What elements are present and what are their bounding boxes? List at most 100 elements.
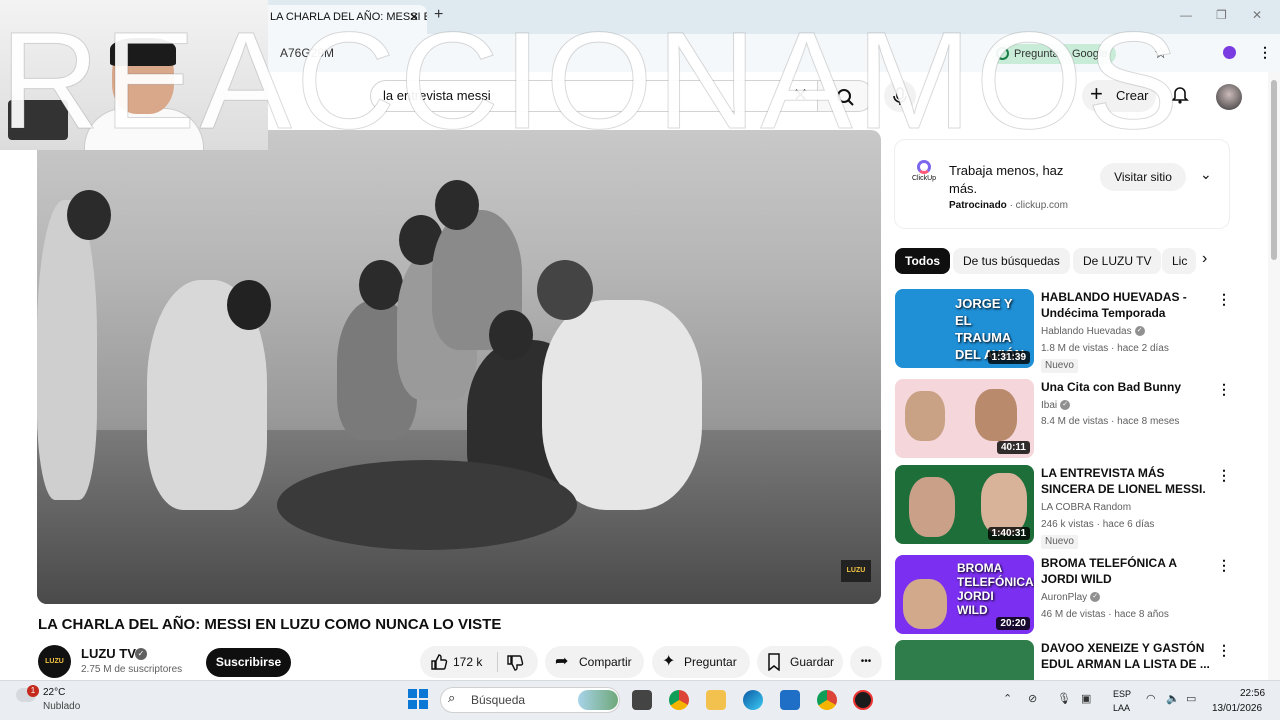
recommended-video[interactable]: DAVOO XENEIZE Y GASTÓN EDUL ARMAN LA LIS… [895,640,1235,680]
notification-badge: 1 [27,685,39,697]
like-count[interactable]: 172 k [453,646,482,678]
channel-avatar[interactable]: LUZU [38,645,71,678]
scrollbar-thumb[interactable] [1271,80,1277,260]
save-button[interactable]: Guardar [757,646,843,678]
thumbnail-person [905,391,945,441]
kebab-icon[interactable]: ⋮ [1258,44,1272,61]
video-thumbnail[interactable]: JORGE Y EL TRAUMA DEL AVIÓN 1:31:39 [895,289,1034,368]
more-actions-button[interactable]: ••• [850,646,882,678]
account-avatar[interactable] [1216,84,1242,110]
kebab-icon[interactable]: ⋮ [1217,467,1231,484]
weather-description[interactable]: Nublado [43,701,80,712]
video-thumbnail[interactable]: 40:11 [895,379,1034,458]
recording-app-icon[interactable] [853,690,873,710]
sparkle-icon: ✦ [662,653,676,670]
video-thumbnail[interactable] [895,640,1034,680]
wifi-off-icon[interactable]: ⊘ [1028,692,1037,705]
ad-title[interactable]: Trabaja menos, haz más. [949,162,1079,198]
chevron-down-icon[interactable]: ⌄ [1200,166,1212,183]
video-title[interactable]: BROMA TELEFÓNICA A JORDI WILD [1041,555,1213,587]
video-channel[interactable]: LA COBRA Random [1041,502,1131,513]
sand-mound [277,460,577,550]
video-player[interactable]: LUZU [37,130,881,604]
weather-temperature[interactable]: 22°C [43,687,65,698]
chevron-right-icon[interactable]: › [1202,250,1207,268]
video-meta: 246 k vistas · hace 6 días [1041,519,1155,530]
kebab-icon[interactable]: ⋮ [1217,557,1231,574]
recommended-video[interactable]: JORGE Y EL TRAUMA DEL AVIÓN 1:31:39 HABL… [895,289,1235,373]
clear-search-icon[interactable]: ✕ [793,85,808,106]
battery-icon[interactable]: ▭ [1186,692,1196,705]
ask-button[interactable]: ✦ Preguntar [652,646,750,678]
gemini-icon [996,47,1009,60]
kebab-icon[interactable]: ⋮ [1217,642,1231,659]
minimize-icon[interactable]: — [1180,8,1192,22]
recommended-video[interactable]: BROMA TELEFÓNICA JORDI WILD 20:20 BROMA … [895,555,1235,635]
chip-from-searches[interactable]: De tus búsquedas [953,248,1070,274]
maximize-icon[interactable]: ❐ [1216,8,1227,22]
tab-close-icon[interactable]: ✕ [409,5,419,29]
video-title[interactable]: Una Cita con Bad Bunny [1041,379,1213,395]
clock-time[interactable]: 22:56 [1240,688,1265,699]
share-label: Compartir [579,655,632,669]
star-icon[interactable]: ☆ [1154,44,1167,62]
input-layout[interactable]: LAA [1113,703,1130,713]
save-label: Guardar [790,655,835,669]
video-thumbnail[interactable]: BROMA TELEFÓNICA JORDI WILD 20:20 [895,555,1034,634]
video-channel[interactable]: AuronPlay ✓ [1041,592,1101,603]
clock-date[interactable]: 13/01/2026 [1212,703,1262,714]
app-tray-icon[interactable]: ▣ [1081,692,1091,705]
subscribe-button[interactable]: Suscribirse [206,648,291,677]
profile-icon[interactable] [1223,46,1236,59]
volume-icon[interactable]: 🔈 [1166,692,1180,705]
visit-site-button[interactable]: Visitar sitio [1100,163,1186,191]
url-text[interactable]: A76G29M [280,46,334,60]
chrome-profile-icon[interactable] [817,690,837,710]
browser-tab[interactable]: LA CHARLA DEL AÑO: MESSI EN ✕ [262,5,427,34]
search-input[interactable]: la entrevista messi [370,80,818,112]
gemini-ask-chip[interactable]: Pregunta Google [990,44,1116,64]
microphone-icon[interactable] [884,80,916,112]
video-channel[interactable]: Hablando Huevadas ✓ [1041,326,1145,337]
file-explorer-icon[interactable] [706,690,726,710]
bell-icon[interactable] [1170,84,1190,109]
microphone-icon[interactable]: 🎙 [1057,692,1071,705]
plus-icon: + [1090,81,1103,106]
close-window-icon[interactable]: ✕ [1252,8,1262,22]
dislike-icon[interactable] [506,646,524,684]
edge-icon[interactable] [743,690,763,710]
search-button[interactable] [818,80,874,112]
video-thumbnail[interactable]: 1:40:31 [895,465,1034,544]
task-view-icon[interactable] [632,690,652,710]
wifi-icon[interactable]: ◠ [1146,692,1156,705]
kebab-icon[interactable]: ⋮ [1217,291,1231,308]
new-tab-button[interactable]: + [434,6,443,24]
chip-all[interactable]: Todos [895,248,951,274]
video-title[interactable]: HABLANDO HUEVADAS - Undécima Temporada [… [1041,289,1213,321]
clickup-icon [917,160,931,174]
child-figure [542,300,702,510]
child-head [67,190,111,240]
channel-name: Ibai [1041,400,1058,411]
input-language[interactable]: ESP [1113,689,1131,699]
chip-next-category[interactable]: Lic [1162,248,1196,274]
chrome-icon[interactable] [669,690,689,710]
channel-name: Hablando Huevadas [1041,326,1132,337]
channel-name[interactable]: LUZU TV [81,646,136,661]
kebab-icon[interactable]: ⋮ [1217,381,1231,398]
recommended-video[interactable]: 40:11 Una Cita con Bad Bunny Ibai ✓ 8.4 M… [895,379,1235,459]
recommended-video[interactable]: 1:40:31 LA ENTREVISTA MÁS SINCERA DE LIO… [895,465,1235,549]
video-channel[interactable]: Ibai ✓ [1041,400,1071,411]
share-button[interactable]: ➦ Compartir [545,646,644,678]
windows-start-icon[interactable] [408,689,428,709]
store-icon[interactable] [780,690,800,710]
chevron-up-icon[interactable]: ⌃ [1003,692,1012,705]
chip-from-channel[interactable]: De LUZU TV [1073,248,1162,274]
channel-name: LA COBRA Random [1041,502,1132,513]
new-badge: Nuevo [1041,359,1078,373]
video-title[interactable]: LA ENTREVISTA MÁS SINCERA DE LIONEL MESS… [1041,465,1213,497]
clickup-logo: ClickUp [910,160,938,188]
like-icon[interactable] [430,646,448,683]
video-title[interactable]: DAVOO XENEIZE Y GASTÓN EDUL ARMAN LA LIS… [1041,640,1213,672]
like-divider [497,652,498,672]
